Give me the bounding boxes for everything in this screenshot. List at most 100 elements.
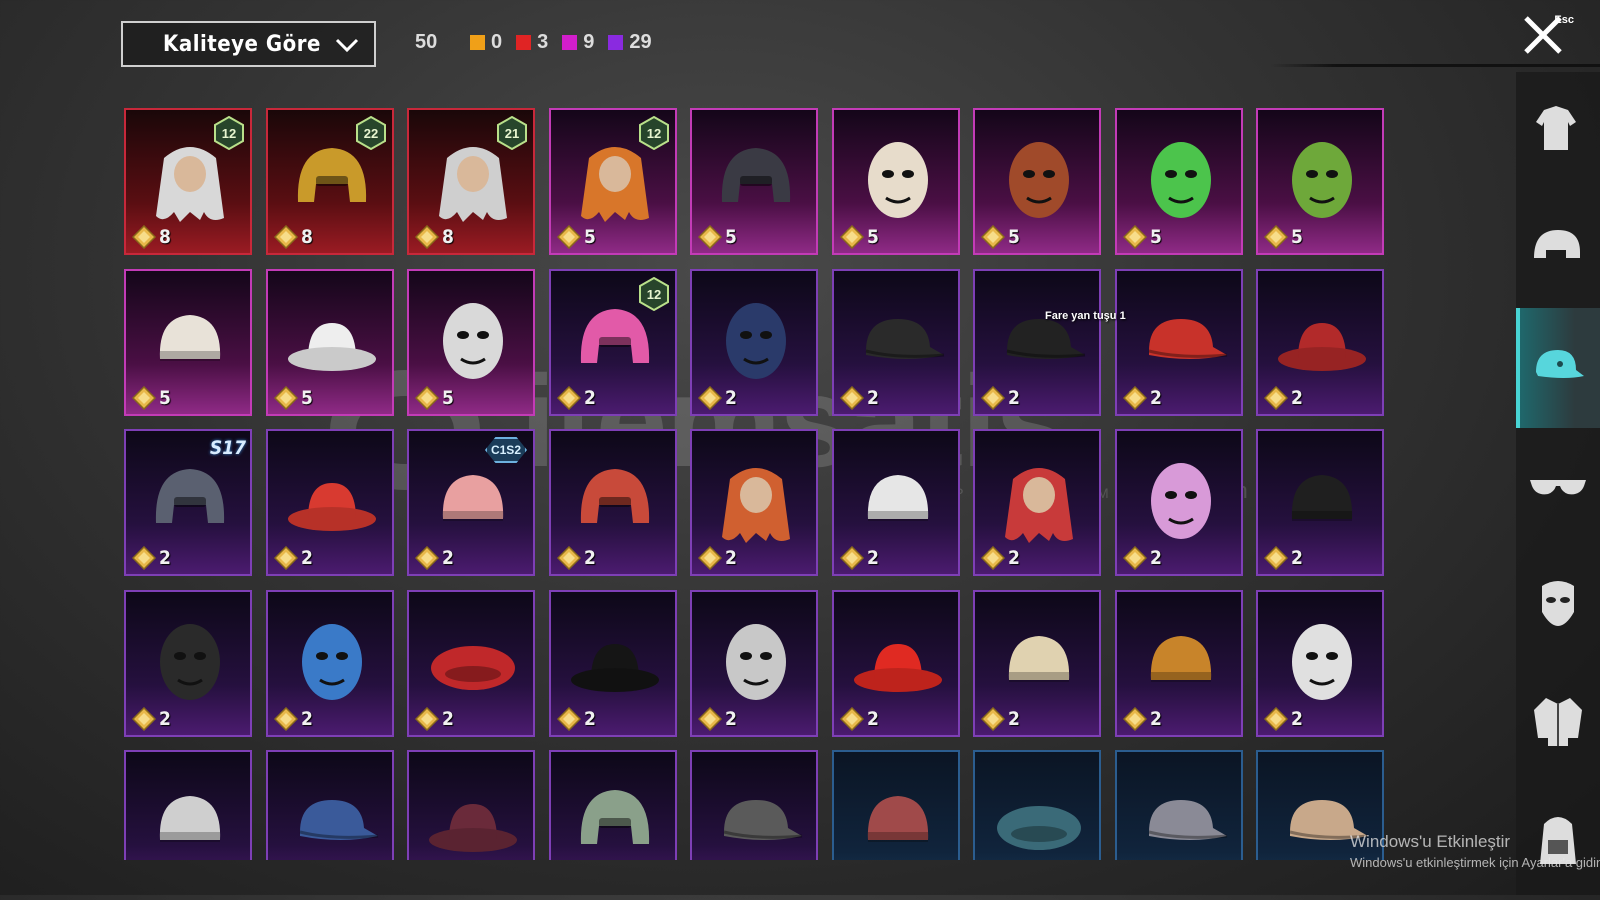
item-slot-burger-hat[interactable]: 2 [1115, 590, 1243, 737]
item-slot-red-gold-cap[interactable]: 2 [1115, 269, 1243, 416]
item-cost-value: 5 [442, 387, 454, 409]
item-cost-value: 5 [301, 387, 313, 409]
item-slot-maroon-fedora[interactable] [407, 750, 535, 860]
item-cost-value: 2 [1150, 708, 1162, 730]
bearded-viking-head-icon [868, 142, 928, 218]
item-slot-striped-beanie[interactable]: C1S2 2 [407, 429, 535, 576]
item-slot-red-beret[interactable]: 2 [407, 590, 535, 737]
item-slot-red-curly-hair[interactable]: 2 [973, 429, 1101, 576]
item-slot-white-shark-hood[interactable]: 2 [690, 590, 818, 737]
item-slot-denim-bucket-red-hair[interactable]: 2 [1256, 269, 1384, 416]
item-slot-white-bucket-hat[interactable]: 5 [266, 269, 394, 416]
item-cost: 5 [1123, 225, 1162, 249]
item-cost-value: 2 [1150, 387, 1162, 409]
category-tab-cap[interactable] [1516, 308, 1600, 428]
level-badge-icon: 12 [639, 277, 669, 311]
item-slot-black-luchador-mask[interactable]: 2 [124, 590, 252, 737]
item-slot-head-mirror-band[interactable]: 2 [1256, 590, 1384, 737]
item-cost-value: 2 [867, 387, 879, 409]
currency-coin-icon [415, 225, 439, 249]
item-cost: 5 [840, 225, 879, 249]
gasmask-helmet-icon [726, 303, 786, 379]
currency-coin-icon [1123, 707, 1147, 731]
item-cost: 2 [840, 707, 879, 731]
item-slot-gasmask-helmet[interactable]: 2 [690, 269, 818, 416]
mask-icon [1542, 581, 1574, 626]
item-cost: 2 [132, 546, 171, 570]
category-sidebar [1516, 72, 1600, 895]
item-cost-value: 8 [159, 226, 171, 248]
denim-bucket-red-hair-icon [1278, 323, 1366, 371]
sort-dropdown[interactable]: Kaliteye Göre [121, 21, 376, 67]
item-slot-black-fedora[interactable]: 2 [549, 590, 677, 737]
item-slot-orange-pigtail-hair[interactable]: 12 5 [549, 108, 677, 255]
item-slot-green-frog-hat[interactable]: 5 [1115, 108, 1243, 255]
item-cost: 2 [1264, 386, 1303, 410]
shark-hat-icon [302, 624, 362, 700]
item-cost: 5 [132, 386, 171, 410]
item-slot-cupcake-beanie[interactable]: 2 [973, 590, 1101, 737]
item-slot-aviator-goggle-cap[interactable] [690, 750, 818, 860]
item-cost-value: 2 [1008, 387, 1020, 409]
item-slot-dark-viking-helmet[interactable]: S17 2 [124, 429, 252, 576]
white-shark-hood-icon [726, 624, 786, 700]
category-tab-outfit[interactable] [1516, 72, 1600, 192]
item-cost: 2 [981, 546, 1020, 570]
item-slot-red-racing-helmet[interactable]: 2 [549, 429, 677, 576]
level-badge-icon: 12 [214, 116, 244, 150]
red-bucket-hat-icon [854, 644, 942, 692]
quality-swatch [516, 35, 532, 50]
currency-coin-icon [1123, 225, 1147, 249]
item-slot-bandana-dreadlocks[interactable]: 5 [124, 269, 252, 416]
currency-coin-icon [415, 546, 439, 570]
item-cost-value: 5 [1150, 226, 1162, 248]
currency-coin-icon [840, 546, 864, 570]
yellow-helmet-red-hair-icon [722, 468, 790, 543]
sort-label: Kaliteye Göre [163, 31, 321, 57]
item-slot-red-skull-bandana[interactable] [832, 750, 960, 860]
item-cost: 2 [274, 546, 313, 570]
item-slot-shark-hat[interactable]: 2 [266, 590, 394, 737]
item-slot-bearded-viking-head[interactable]: 5 [832, 108, 960, 255]
black-crown-cap-icon [1006, 319, 1086, 359]
item-slot-rope-headband[interactable] [124, 750, 252, 860]
bandana-dreadlocks-icon [159, 315, 221, 361]
item-slot-black-beanie[interactable]: 2 [1256, 429, 1384, 576]
item-slot-red-bucket-hat[interactable]: 2 [832, 590, 960, 737]
item-slot-navy-sailor-cap[interactable] [266, 750, 394, 860]
item-slot-joker-mask-hair[interactable]: 21 8 [407, 108, 535, 255]
category-tab-mask[interactable] [1516, 544, 1600, 664]
item-slot-white-headwrap[interactable]: 2 [832, 429, 960, 576]
currency-coin-icon [840, 386, 864, 410]
item-slot-black-flat-cap[interactable]: 2 [832, 269, 960, 416]
category-tab-helmet[interactable] [1516, 190, 1600, 310]
item-slot-teal-beret[interactable] [973, 750, 1101, 860]
item-slot-grey-flat-cap[interactable] [1115, 750, 1243, 860]
category-tab-glasses[interactable] [1516, 426, 1600, 546]
item-slot-pink-cat-headphones[interactable]: 2 [1115, 429, 1243, 576]
currency-coin-icon [981, 707, 1005, 731]
item-slot-yellow-helmet-red-hair[interactable]: 2 [690, 429, 818, 576]
currency-coin-icon [840, 707, 864, 731]
quality-swatch [562, 35, 578, 50]
item-slot-netted-army-helmet[interactable] [549, 750, 677, 860]
item-slot-golden-pharaoh-helmet[interactable]: 22 8 [266, 108, 394, 255]
currency-coin-icon [698, 386, 722, 410]
item-slot-frankenstein-mask[interactable]: 5 [1256, 108, 1384, 255]
red-fez-icon [288, 483, 376, 531]
item-cost: 8 [132, 225, 171, 249]
item-cost-value: 2 [1008, 547, 1020, 569]
currency-coin-icon [415, 386, 439, 410]
item-slot-spiked-black-helmet[interactable]: 5 [690, 108, 818, 255]
item-slot-skull-ghost-mask[interactable]: 5 [407, 269, 535, 416]
item-slot-red-fez[interactable]: 2 [266, 429, 394, 576]
item-slot-white-hair-bunny-ears[interactable]: 12 8 [124, 108, 252, 255]
outfit-icon [1536, 106, 1576, 150]
item-slot-spiked-crown-mask[interactable]: 5 [973, 108, 1101, 255]
item-slot-bunny-ear-helmet[interactable]: 12 2 [549, 269, 677, 416]
red-skull-bandana-icon [867, 796, 929, 842]
category-tab-jacket[interactable] [1516, 662, 1600, 782]
item-slot-black-crown-cap[interactable]: 2 [973, 269, 1101, 416]
item-cost-value: 2 [725, 708, 737, 730]
close-button[interactable]: Esc [1522, 10, 1582, 60]
